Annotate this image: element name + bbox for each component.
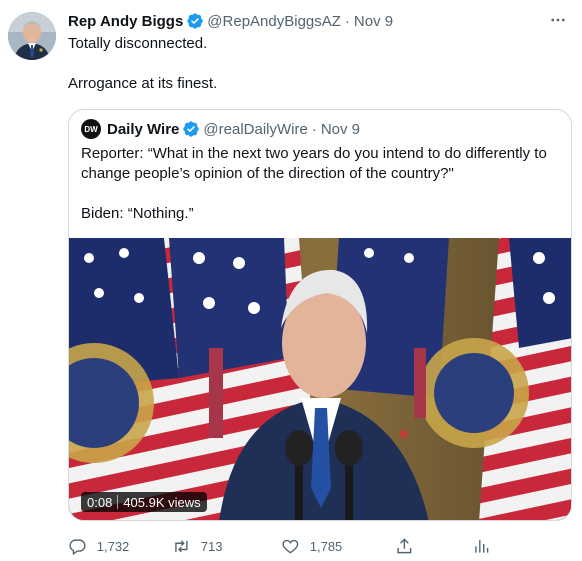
verified-badge-icon (183, 121, 200, 137)
share-icon (397, 537, 412, 553)
retweet-button[interactable]: 713 (172, 535, 222, 557)
quoted-date[interactable]: Nov 9 (321, 121, 360, 138)
analytics-icon (475, 539, 489, 553)
video-time: 0:08 (87, 494, 113, 510)
reply-button[interactable]: 1,732 (68, 535, 129, 557)
more-icon[interactable] (546, 8, 570, 32)
quoted-paragraph: Biden: “Nothing.” (81, 205, 194, 222)
video-views: 405.9K views (123, 494, 201, 510)
video-player[interactable]: 0:08 405.9K views (69, 238, 571, 520)
retweet-icon (175, 540, 188, 552)
like-button[interactable]: 1,785 (281, 535, 342, 557)
separator-dot: · (311, 120, 317, 138)
retweet-count: 713 (200, 538, 223, 554)
author-handle[interactable]: @RepAndyBiggsAZ (207, 13, 341, 30)
tweet-actions: 1,732 713 1,785 (68, 535, 518, 557)
video-thumbnail (69, 238, 571, 520)
reply-count: 1,732 (96, 538, 130, 554)
badge-divider (117, 495, 119, 509)
tweet-line: Totally disconnected. (68, 35, 208, 52)
tweet-text: Totally disconnected. Arrogance at its f… (68, 34, 568, 94)
video-stats-badge: 0:08 405.9K views (81, 492, 207, 512)
tweet-date[interactable]: Nov 9 (354, 13, 393, 30)
quoted-paragraph: Reporter: “What in the next two years do… (81, 145, 547, 182)
quoted-author-name[interactable]: Daily Wire (107, 121, 179, 138)
reply-icon (69, 539, 86, 555)
share-button[interactable] (395, 535, 424, 557)
tweet-header: Rep Andy Biggs @RepAndyBiggsAZ · Nov 9 (68, 11, 393, 31)
analytics-button[interactable] (472, 535, 501, 557)
quoted-tweet[interactable]: DW Daily Wire @realDailyWire · Nov 9 Rep… (68, 109, 572, 521)
separator-dot: · (344, 12, 350, 30)
verified-badge-icon (187, 13, 203, 29)
quoted-author-handle[interactable]: @realDailyWire (203, 121, 307, 138)
quoted-text: Reporter: “What in the next two years do… (81, 144, 561, 224)
author-avatar[interactable] (8, 12, 56, 60)
quoted-avatar[interactable]: DW (81, 119, 101, 139)
like-count: 1,785 (309, 538, 343, 554)
quoted-header: DW Daily Wire @realDailyWire · Nov 9 (81, 118, 360, 140)
heart-icon (282, 539, 299, 554)
author-name[interactable]: Rep Andy Biggs (68, 13, 183, 30)
tweet-line: Arrogance at its finest. (68, 75, 218, 92)
